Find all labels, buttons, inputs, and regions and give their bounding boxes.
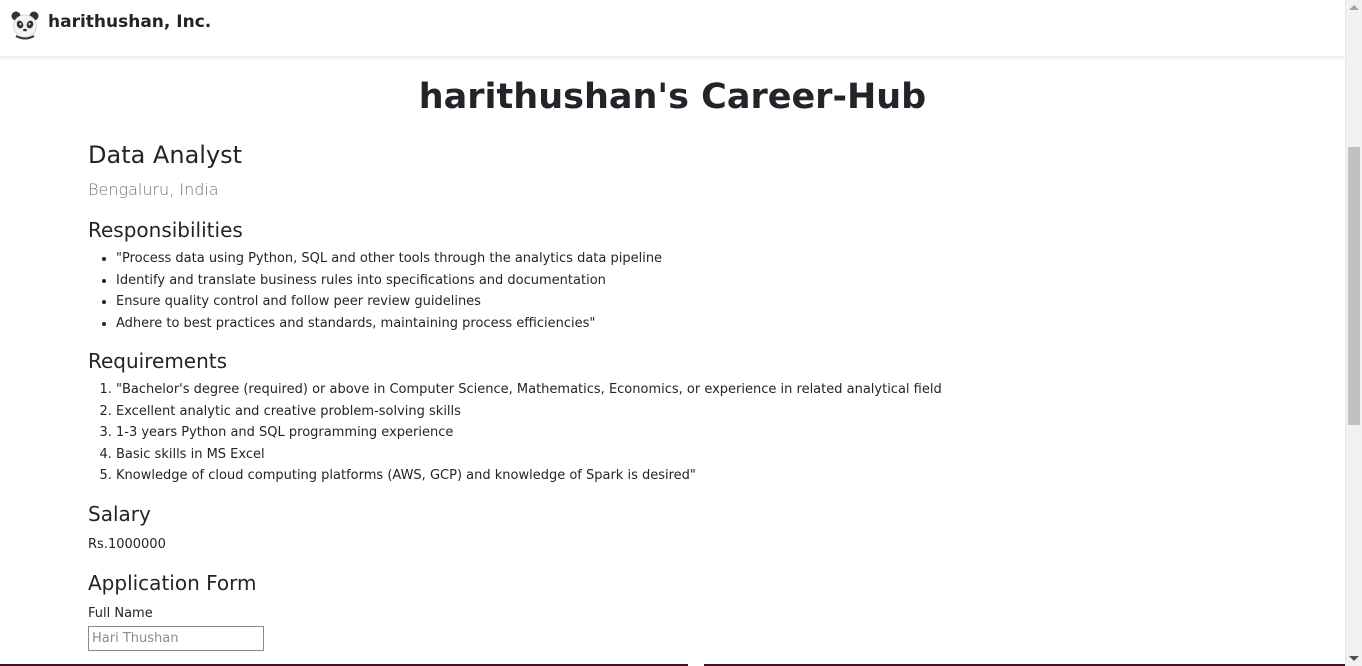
page: harithushan, Inc. harithushan's Career-H… (0, 0, 1345, 666)
list-item: Basic skills in MS Excel (116, 444, 1248, 466)
navbar: harithushan, Inc. (0, 0, 1345, 57)
list-item: "Process data using Python, SQL and othe… (116, 248, 1248, 270)
scroll-down-arrow-icon[interactable] (1349, 656, 1359, 661)
application-form: Full Name (88, 605, 1248, 651)
responsibilities-list: "Process data using Python, SQL and othe… (88, 248, 1248, 334)
salary-value: Rs.1000000 (88, 536, 166, 552)
vertical-scrollbar[interactable] (1345, 0, 1362, 666)
panda-icon[interactable] (11, 10, 39, 40)
list-item: Knowledge of cloud computing platforms (… (116, 465, 1248, 487)
browser-viewport: harithushan, Inc. harithushan's Career-H… (0, 0, 1362, 666)
list-item: 1-3 years Python and SQL programming exp… (116, 422, 1248, 444)
requirements-list: "Bachelor's degree (required) or above i… (88, 379, 1248, 487)
list-item: Excellent analytic and creative problem-… (116, 401, 1248, 423)
full-name-input[interactable] (88, 625, 264, 651)
application-form-heading: Application Form (88, 570, 257, 595)
job-title: Data Analyst (88, 141, 243, 169)
full-name-label: Full Name (88, 605, 153, 621)
job-location: Bengaluru, India (88, 180, 219, 199)
requirements-heading: Requirements (88, 349, 228, 373)
list-item: Identify and translate business rules in… (116, 270, 1248, 292)
responsibilities-heading: Responsibilities (88, 218, 243, 242)
page-title: harithushan's Career-Hub (418, 77, 927, 117)
scroll-up-arrow-icon[interactable] (1349, 5, 1359, 10)
job-details: Data Analyst Bengaluru, India Responsibi… (88, 139, 1248, 651)
list-item: Adhere to best practices and standards, … (116, 313, 1248, 335)
scroll-thumb[interactable] (1348, 147, 1360, 425)
list-item: "Bachelor's degree (required) or above i… (116, 379, 1248, 401)
salary-heading: Salary (88, 501, 151, 526)
list-item: Ensure quality control and follow peer r… (116, 291, 1248, 313)
brand-name[interactable]: harithushan, Inc. (48, 10, 211, 34)
